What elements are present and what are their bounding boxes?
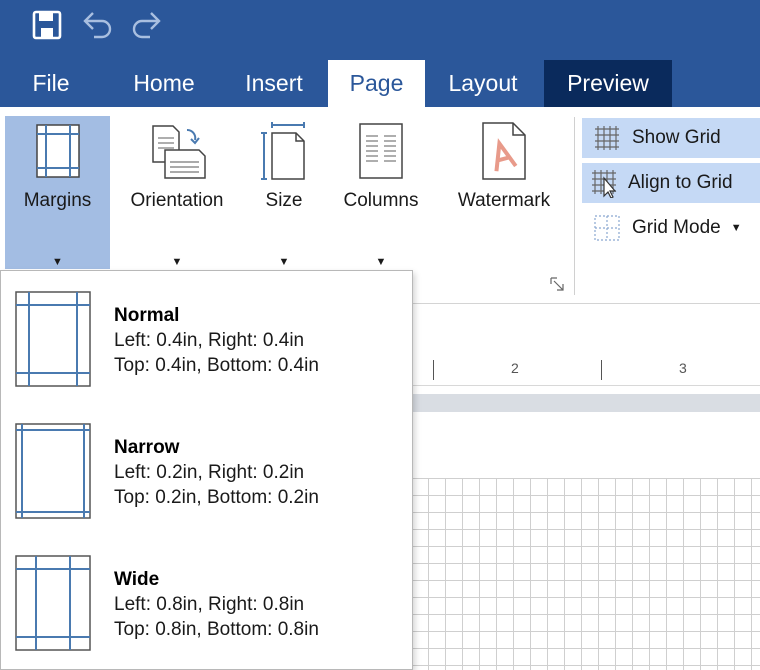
save-icon[interactable] [30,8,64,42]
margin-option-left-right: Left: 0.4in, Right: 0.4in [114,330,305,351]
margin-option-top-bottom: Top: 0.4in, Bottom: 0.4in [114,355,319,376]
margins-button[interactable]: Margins ▼ [5,116,110,269]
align-to-grid-label: Align to Grid [628,172,733,193]
columns-dropdown-arrow[interactable]: ▼ [376,256,387,268]
orientation-icon [147,122,207,180]
size-label: Size [265,190,303,211]
margins-dropdown-arrow[interactable]: ▼ [52,256,63,268]
margin-option-left-right: Left: 0.2in, Right: 0.2in [114,462,305,483]
grid-mode-label: Grid Mode [632,217,721,238]
show-grid-label: Show Grid [632,127,721,148]
margin-option-name: Normal [114,305,180,326]
tab-home[interactable]: Home [112,60,216,107]
grid-mode-icon [582,208,632,248]
watermark-icon [481,122,527,180]
tab-page[interactable]: Page [328,60,425,107]
ribbon-tabs: File Home Insert Page Layout Preview [0,60,760,107]
orientation-button[interactable]: Orientation ▼ [118,116,236,269]
title-bar [0,0,760,60]
tab-file[interactable]: File [0,60,102,107]
margin-option-top-bottom: Top: 0.2in, Bottom: 0.2in [114,487,319,508]
margin-option-left-right: Left: 0.8in, Right: 0.8in [114,594,305,615]
margin-option-top-bottom: Top: 0.8in, Bottom: 0.8in [114,619,319,640]
columns-button[interactable]: Columns ▼ [334,116,428,269]
page-size-icon [260,122,308,180]
columns-icon [358,122,404,180]
size-button[interactable]: Size ▼ [250,116,318,269]
margin-option-wide[interactable]: Wide Left: 0.8in, Right: 0.8in Top: 0.8i… [1,545,412,670]
margin-option-name: Wide [114,569,160,590]
margin-option-name: Narrow [114,437,180,458]
grid-mode-dropdown-arrow[interactable]: ▼ [731,222,742,234]
ruler-label-2: 2 [511,360,519,376]
margin-option-narrow[interactable]: Narrow Left: 0.2in, Right: 0.2in Top: 0.… [1,413,412,545]
margin-option-normal[interactable]: Normal Left: 0.4in, Right: 0.4in Top: 0.… [1,281,412,413]
show-grid-icon [582,118,632,158]
normal-margins-icon [15,291,91,387]
watermark-label: Watermark [457,190,551,211]
narrow-margins-icon [15,423,91,519]
align-to-grid-button[interactable]: Align to Grid [582,163,760,203]
tab-insert[interactable]: Insert [226,60,322,107]
tab-layout[interactable]: Layout [432,60,534,107]
ribbon-group-separator [574,117,575,295]
undo-icon[interactable] [80,8,114,42]
margins-dropdown-menu: Normal Left: 0.4in, Right: 0.4in Top: 0.… [0,270,413,670]
watermark-button[interactable]: Watermark [446,116,562,269]
margins-icon [35,122,81,180]
grid-mode-button[interactable]: Grid Mode ▼ [582,208,760,248]
align-to-grid-icon [582,163,628,203]
size-dropdown-arrow[interactable]: ▼ [279,256,290,268]
columns-label: Columns [343,190,419,211]
orientation-dropdown-arrow[interactable]: ▼ [172,256,183,268]
tab-preview[interactable]: Preview [544,60,672,107]
dialog-launcher-icon[interactable] [549,276,565,292]
margins-label: Margins [23,190,92,211]
redo-icon[interactable] [130,8,164,42]
ruler-tick [433,360,434,380]
ruler-label-3: 3 [679,360,687,376]
show-grid-button[interactable]: Show Grid [582,118,760,158]
wide-margins-icon [15,555,91,651]
ruler-tick [601,360,602,380]
orientation-label: Orientation [130,190,224,211]
